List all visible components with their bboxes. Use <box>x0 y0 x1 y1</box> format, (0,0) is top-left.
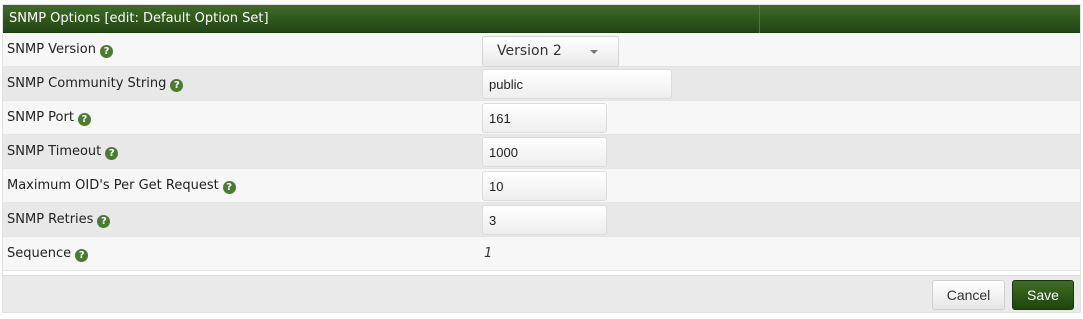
snmp-version-value: Version 2 <box>497 43 562 59</box>
snmp-options-panel: SNMP Options [edit: Default Option Set] … <box>2 4 1081 313</box>
row-sequence: Sequence? 1 <box>3 237 1080 271</box>
header-divider <box>759 5 760 33</box>
help-icon[interactable]: ? <box>105 147 119 160</box>
snmp-retries-label: SNMP Retries? <box>7 203 111 237</box>
max-oids-label: Maximum OID's Per Get Request? <box>7 169 236 203</box>
snmp-timeout-label: SNMP Timeout? <box>7 135 119 169</box>
community-string-label: SNMP Community String? <box>7 67 184 101</box>
help-icon[interactable]: ? <box>222 181 236 194</box>
help-icon[interactable]: ? <box>97 215 111 228</box>
row-snmp-timeout: SNMP Timeout? <box>3 135 1080 169</box>
snmp-timeout-input[interactable] <box>482 137 607 167</box>
snmp-version-label: SNMP Version? <box>7 33 113 67</box>
sequence-value: 1 <box>484 246 493 261</box>
help-icon[interactable]: ? <box>77 113 91 126</box>
sequence-label: Sequence? <box>7 237 89 271</box>
row-snmp-version: SNMP Version? Version 2 <box>3 33 1080 67</box>
panel-header: SNMP Options [edit: Default Option Set] <box>3 5 1080 33</box>
row-snmp-retries: SNMP Retries? <box>3 203 1080 237</box>
snmp-port-label: SNMP Port? <box>7 101 91 135</box>
max-oids-input[interactable] <box>482 171 607 201</box>
snmp-version-select[interactable]: Version 2 <box>482 36 619 67</box>
row-community-string: SNMP Community String? <box>3 67 1080 101</box>
row-snmp-port: SNMP Port? <box>3 101 1080 135</box>
cancel-button[interactable]: Cancel <box>932 280 1005 310</box>
snmp-port-input[interactable] <box>482 103 607 133</box>
chevron-down-icon <box>590 50 598 54</box>
save-button[interactable]: Save <box>1012 280 1074 310</box>
help-icon[interactable]: ? <box>170 79 184 92</box>
snmp-retries-input[interactable] <box>482 205 607 235</box>
help-icon[interactable]: ? <box>75 249 89 262</box>
form-actions-bar: Cancel Save <box>3 275 1080 312</box>
panel-title: SNMP Options [edit: Default Option Set] <box>9 11 269 26</box>
community-string-input[interactable] <box>482 69 672 99</box>
help-icon[interactable]: ? <box>99 45 113 58</box>
row-max-oids: Maximum OID's Per Get Request? <box>3 169 1080 203</box>
